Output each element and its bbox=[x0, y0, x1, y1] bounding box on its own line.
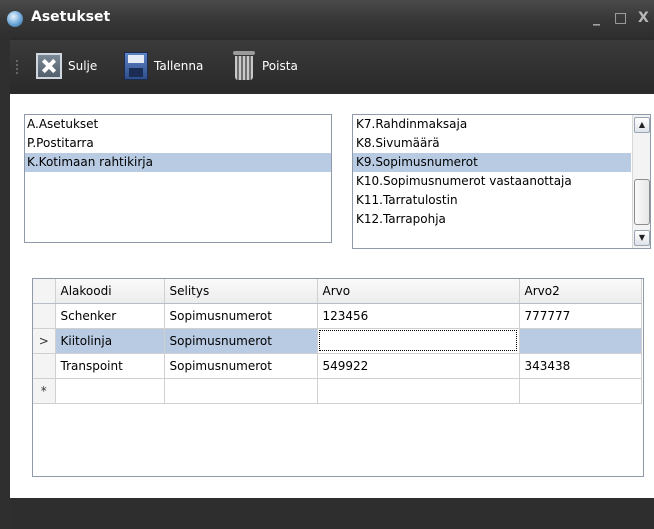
scroll-down-arrow-icon[interactable]: ▼ bbox=[634, 230, 650, 246]
row-marker[interactable] bbox=[33, 353, 56, 379]
column-header-alakoodi[interactable]: Alakoodi bbox=[55, 279, 165, 304]
setting-item[interactable]: K12.Tarrapohja bbox=[353, 210, 631, 229]
column-header-arvo[interactable]: Arvo bbox=[317, 279, 520, 304]
status-bar bbox=[10, 498, 654, 529]
setting-list[interactable]: K7.Rahdinmaksaja K8.Sivumäärä K9.Sopimus… bbox=[352, 114, 651, 249]
scrollbar-thumb[interactable] bbox=[634, 179, 650, 225]
trash-lid bbox=[233, 51, 255, 55]
save-button[interactable]: Tallenna bbox=[124, 50, 203, 82]
table-row[interactable]: Schenker Sopimusnumerot 123456 777777 bbox=[33, 303, 642, 329]
table-cell[interactable]: Kiitolinja bbox=[55, 328, 165, 354]
close-x-icon bbox=[36, 53, 62, 79]
window-left-border bbox=[0, 38, 10, 529]
table-cell[interactable]: Schenker bbox=[55, 303, 165, 329]
window-title: Asetukset bbox=[31, 9, 111, 25]
setting-item-selected[interactable]: K9.Sopimusnumerot bbox=[353, 153, 631, 172]
table-cell[interactable]: 123456 bbox=[317, 303, 520, 329]
close-button[interactable]: Sulje bbox=[36, 50, 97, 82]
trash-can-icon bbox=[232, 51, 256, 81]
table-cell[interactable]: Sopimusnumerot bbox=[164, 328, 318, 354]
close-window-button[interactable]: X bbox=[638, 10, 649, 26]
table-cell[interactable] bbox=[519, 378, 642, 404]
new-row-star-icon[interactable]: * bbox=[33, 378, 56, 404]
column-header-arvo2[interactable]: Arvo2 bbox=[519, 279, 642, 304]
table-cell-editing[interactable] bbox=[317, 328, 520, 354]
delete-button[interactable]: Poista bbox=[232, 50, 298, 82]
table-header-row: Alakoodi Selitys Arvo Arvo2 bbox=[33, 279, 642, 304]
values-grid[interactable]: Alakoodi Selitys Arvo Arvo2 Schenker Sop… bbox=[32, 278, 644, 477]
category-item[interactable]: P.Postitarra bbox=[25, 134, 331, 153]
trash-bin bbox=[235, 56, 253, 80]
minimize-button[interactable]: _ bbox=[593, 10, 600, 26]
table-new-row[interactable]: * bbox=[33, 378, 642, 404]
table-cell[interactable]: 777777 bbox=[519, 303, 642, 329]
table-cell[interactable]: 549922 bbox=[317, 353, 520, 379]
setting-list-items: K7.Rahdinmaksaja K8.Sivumäärä K9.Sopimus… bbox=[353, 115, 631, 229]
table-cell[interactable]: Sopimusnumerot bbox=[164, 353, 318, 379]
setting-list-scrollbar[interactable]: ▲ ▼ bbox=[632, 115, 650, 248]
table-cell[interactable] bbox=[55, 378, 165, 404]
toolbar-grip[interactable] bbox=[16, 60, 18, 74]
close-button-label: Sulje bbox=[68, 59, 98, 73]
toolbar: Sulje Tallenna Poista bbox=[10, 40, 654, 92]
setting-item[interactable]: K10.Sopimusnumerot vastaanottaja bbox=[353, 172, 631, 191]
delete-button-label: Poista bbox=[262, 59, 298, 73]
table-cell[interactable] bbox=[317, 378, 520, 404]
settings-window: Asetukset _ □ X Sulje Tallenna Poista A.… bbox=[0, 0, 654, 529]
current-row-arrow-icon[interactable]: > bbox=[33, 328, 56, 354]
content-panel: A.Asetukset P.Postitarra K.Kotimaan raht… bbox=[10, 94, 654, 498]
table-cell[interactable]: Sopimusnumerot bbox=[164, 303, 318, 329]
floppy-disk-icon bbox=[124, 52, 148, 80]
category-item[interactable]: A.Asetukset bbox=[25, 115, 331, 134]
table-cell[interactable]: Transpoint bbox=[55, 353, 165, 379]
row-marker[interactable] bbox=[33, 303, 56, 329]
table-row[interactable]: Transpoint Sopimusnumerot 549922 343438 bbox=[33, 353, 642, 379]
category-item-selected[interactable]: K.Kotimaan rahtikirja bbox=[25, 153, 331, 172]
setting-item[interactable]: K7.Rahdinmaksaja bbox=[353, 115, 631, 134]
row-header-corner bbox=[33, 279, 56, 304]
setting-item[interactable]: K11.Tarratulostin bbox=[353, 191, 631, 210]
title-bar[interactable]: Asetukset _ □ X bbox=[0, 0, 654, 38]
table-cell[interactable] bbox=[164, 378, 318, 404]
scroll-up-arrow-icon[interactable]: ▲ bbox=[634, 117, 650, 133]
column-header-selitys[interactable]: Selitys bbox=[164, 279, 318, 304]
save-button-label: Tallenna bbox=[154, 59, 204, 73]
table-cell[interactable]: 343438 bbox=[519, 353, 642, 379]
app-globe-icon bbox=[7, 11, 23, 27]
maximize-button[interactable]: □ bbox=[614, 10, 627, 26]
values-table: Alakoodi Selitys Arvo Arvo2 Schenker Sop… bbox=[33, 279, 642, 404]
table-row-selected[interactable]: > Kiitolinja Sopimusnumerot bbox=[33, 328, 642, 354]
setting-item[interactable]: K8.Sivumäärä bbox=[353, 134, 631, 153]
table-cell[interactable] bbox=[519, 328, 642, 354]
category-list[interactable]: A.Asetukset P.Postitarra K.Kotimaan raht… bbox=[24, 114, 332, 243]
